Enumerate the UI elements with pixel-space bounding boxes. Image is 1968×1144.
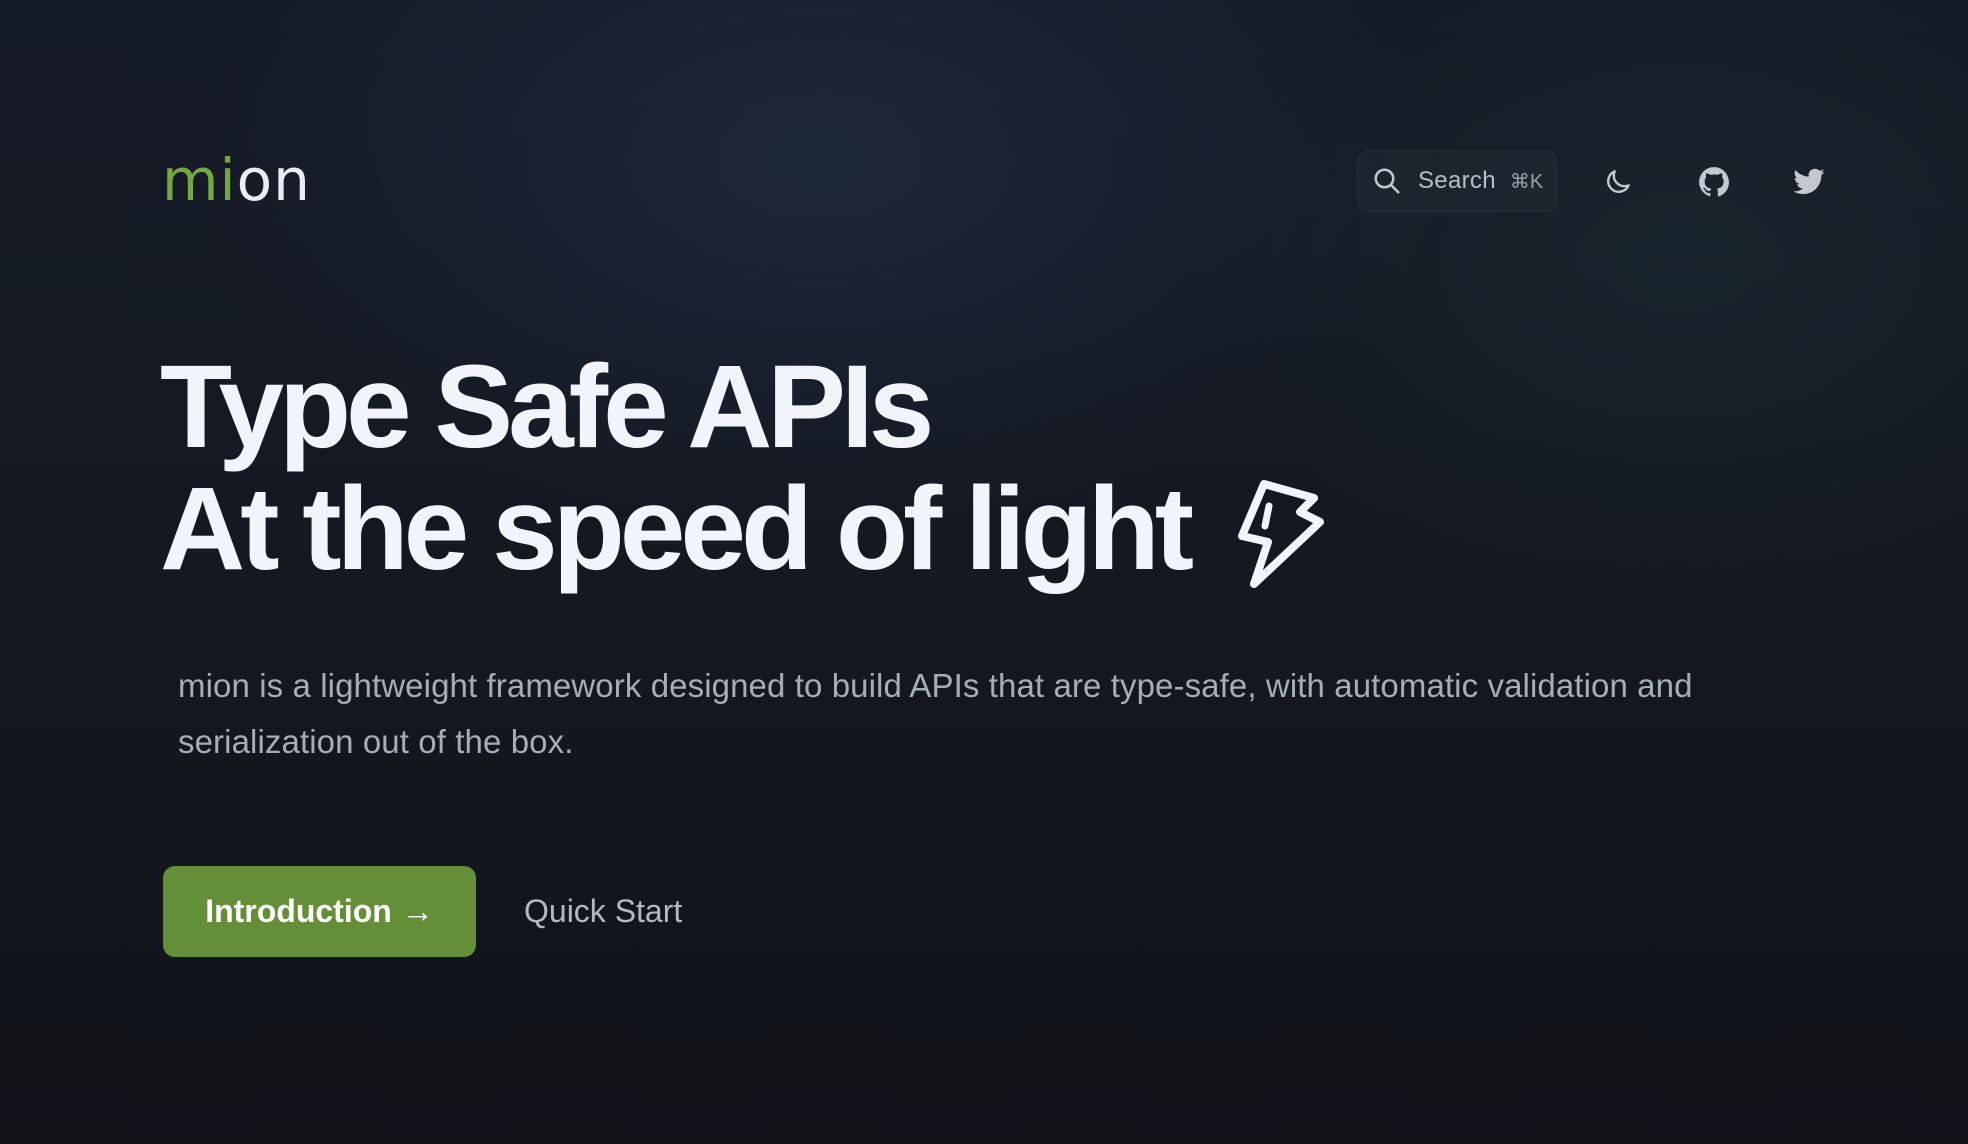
quick-start-link[interactable]: Quick Start <box>524 866 682 957</box>
hero-description: mion is a lightweight framework designed… <box>178 667 1693 760</box>
logo[interactable]: mi on <box>162 150 311 210</box>
theme-toggle-button[interactable] <box>1592 156 1644 208</box>
logo-rest: on <box>236 146 311 214</box>
logo-accent: mi <box>162 146 237 214</box>
lightning-bolt-icon <box>1232 478 1328 590</box>
search-label: Search <box>1418 167 1496 194</box>
github-link[interactable] <box>1688 156 1740 208</box>
twitter-icon <box>1792 165 1826 199</box>
site-header: mi on Search ⌘K <box>162 150 1832 214</box>
hero-title-line-1: Type Safe APIs <box>160 341 934 473</box>
twitter-link[interactable] <box>1783 156 1835 208</box>
introduction-button-label: Introduction <box>205 893 392 929</box>
introduction-button[interactable]: Introduction → <box>163 866 476 957</box>
moon-icon <box>1602 166 1634 198</box>
search-shortcut: ⌘K <box>1509 170 1544 193</box>
hero-title-line-2: At the speed of light <box>160 463 1194 595</box>
arrow-right-icon: → <box>401 893 434 929</box>
search-button[interactable]: Search ⌘K <box>1357 150 1557 212</box>
hero-title: Type Safe APIs At the speed of light <box>160 341 1194 595</box>
github-icon <box>1697 165 1731 199</box>
search-icon <box>1372 166 1402 196</box>
